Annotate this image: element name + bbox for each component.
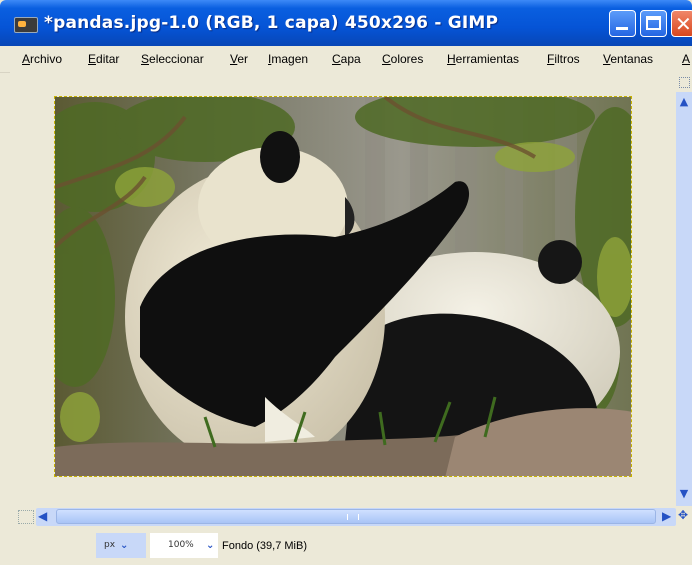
zoom-value: 100% bbox=[168, 540, 194, 550]
navigate-icon[interactable]: ✥ bbox=[678, 508, 690, 524]
grip-icon bbox=[347, 514, 359, 520]
maximize-icon bbox=[646, 16, 661, 30]
close-icon: ✕ bbox=[675, 12, 692, 36]
minimize-button[interactable] bbox=[609, 10, 636, 37]
menu-filtros[interactable]: Filtros bbox=[547, 52, 580, 66]
menu-imagen[interactable]: Imagen bbox=[268, 52, 308, 66]
close-button[interactable]: ✕ bbox=[671, 10, 692, 37]
minimize-icon bbox=[616, 27, 628, 30]
chevron-down-icon: ⌄ bbox=[206, 540, 215, 551]
unit-select[interactable]: px ⌄ bbox=[96, 533, 146, 558]
menu-ver[interactable]: Ver bbox=[230, 52, 248, 66]
menu-ventanas[interactable]: Ventanas bbox=[603, 52, 653, 66]
chevron-down-icon[interactable]: ▼ bbox=[676, 486, 692, 502]
gimp-app-icon[interactable] bbox=[14, 17, 38, 33]
chevron-up-icon[interactable]: ▲ bbox=[676, 94, 692, 110]
navigation-icon[interactable] bbox=[679, 77, 690, 88]
horizontal-scroll-thumb[interactable] bbox=[56, 509, 656, 524]
chevron-left-icon[interactable]: ◀ bbox=[38, 509, 47, 523]
title-bar[interactable]: *pandas.jpg-1.0 (RGB, 1 capa) 450x296 - … bbox=[0, 0, 692, 46]
vertical-scrollbar[interactable] bbox=[676, 92, 692, 508]
unit-value: px bbox=[104, 540, 116, 550]
zoom-select[interactable]: 100% ⌄ bbox=[150, 533, 218, 558]
pandas-photo bbox=[55, 97, 631, 476]
menu-colores[interactable]: Colores bbox=[382, 52, 423, 66]
layer-status-text: Fondo (39,7 MiB) bbox=[222, 540, 307, 552]
menu-archivo[interactable]: Archivo bbox=[22, 52, 62, 66]
menu-herramientas[interactable]: Herramientas bbox=[447, 52, 519, 66]
menu-ayuda-truncated[interactable]: A bbox=[682, 52, 690, 66]
chevron-down-icon: ⌄ bbox=[120, 540, 129, 551]
chevron-right-icon[interactable]: ▶ bbox=[662, 509, 671, 523]
menu-editar[interactable]: Editar bbox=[88, 52, 119, 66]
image-canvas[interactable] bbox=[54, 96, 632, 477]
menu-bar: Archivo Editar Seleccionar Ver Imagen Ca… bbox=[0, 46, 692, 73]
menu-seleccionar[interactable]: Seleccionar bbox=[141, 52, 204, 66]
window-title: *pandas.jpg-1.0 (RGB, 1 capa) 450x296 - … bbox=[44, 13, 499, 33]
maximize-button[interactable] bbox=[640, 10, 667, 37]
quick-mask-icon[interactable] bbox=[18, 510, 34, 524]
menu-capa[interactable]: Capa bbox=[332, 52, 361, 66]
